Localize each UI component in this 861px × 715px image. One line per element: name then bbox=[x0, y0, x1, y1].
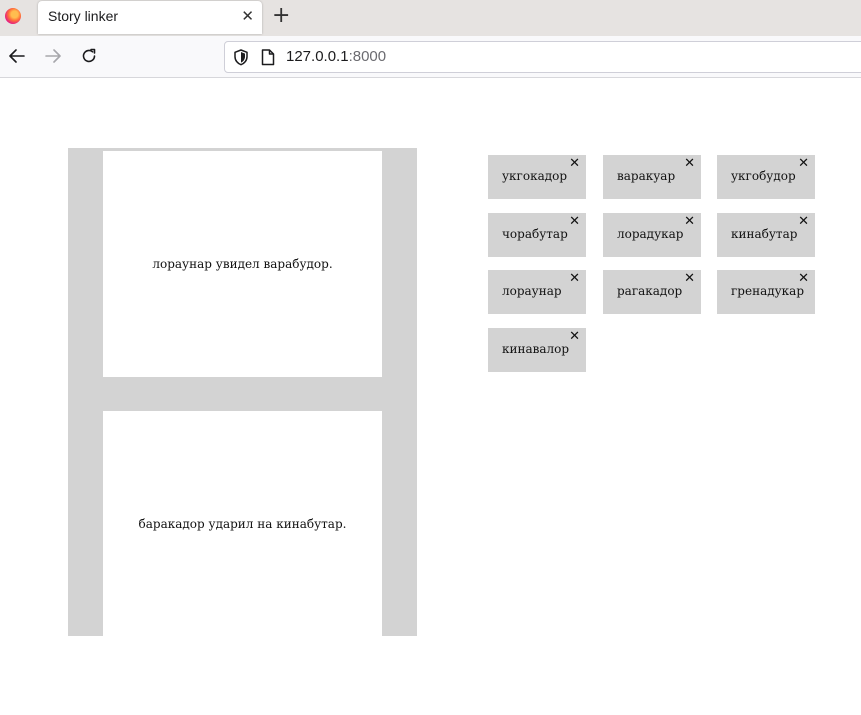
url-host: 127.0.0.1 bbox=[286, 48, 349, 65]
word-chip-label: рагакадор bbox=[617, 284, 683, 298]
word-chip[interactable]: укгокадор ✕ bbox=[488, 155, 586, 199]
story-sentence-2: баракадор ударил на кинабутар. bbox=[138, 516, 347, 531]
word-chip-label: укгобудор bbox=[731, 169, 796, 183]
word-chip-label: укгокадор bbox=[502, 169, 568, 183]
word-chip[interactable]: рагакадор ✕ bbox=[603, 270, 701, 314]
reload-icon bbox=[82, 48, 96, 63]
navigation-bar: 127.0.0.1:8000 bbox=[0, 36, 861, 78]
word-chip-label: варакуар bbox=[617, 169, 676, 183]
remove-icon[interactable]: ✕ bbox=[569, 330, 580, 344]
word-chip[interactable]: кинабутар ✕ bbox=[717, 213, 815, 257]
word-chip[interactable]: чорабутар ✕ bbox=[488, 213, 586, 257]
new-tab-button[interactable]: + bbox=[272, 4, 290, 28]
word-chip-label: кинабутар bbox=[731, 227, 798, 241]
story-sentence-1: лораунар увидел варабудор. bbox=[152, 257, 333, 271]
story-board: лораунар увидел варабудор. баракадор уда… bbox=[68, 148, 417, 636]
tab-close-icon[interactable]: ✕ bbox=[241, 7, 254, 25]
tab-bar: Story linker ✕ + bbox=[0, 0, 861, 36]
reload-button[interactable] bbox=[78, 45, 100, 67]
word-chip[interactable]: варакуар ✕ bbox=[603, 155, 701, 199]
remove-icon[interactable]: ✕ bbox=[569, 157, 580, 171]
remove-icon[interactable]: ✕ bbox=[569, 272, 580, 286]
forward-button[interactable] bbox=[42, 45, 64, 67]
word-chip[interactable]: лораунар ✕ bbox=[488, 270, 586, 314]
arrow-right-icon bbox=[45, 49, 61, 63]
page-icon bbox=[261, 49, 275, 66]
story-panel-2[interactable]: баракадор ударил на кинабутар. bbox=[103, 411, 382, 636]
tab-title: Story linker bbox=[48, 8, 119, 24]
remove-icon[interactable]: ✕ bbox=[798, 272, 809, 286]
arrow-left-icon bbox=[9, 49, 25, 63]
word-chip-label: лорадукар bbox=[617, 227, 684, 241]
remove-icon[interactable]: ✕ bbox=[569, 215, 580, 229]
word-chip-label: лораунар bbox=[502, 284, 562, 298]
url-port: :8000 bbox=[348, 48, 387, 65]
word-chip[interactable]: лорадукар ✕ bbox=[603, 213, 701, 257]
word-chip[interactable]: кинавалор ✕ bbox=[488, 328, 586, 372]
remove-icon[interactable]: ✕ bbox=[684, 215, 695, 229]
word-chip-label: кинавалор bbox=[502, 342, 570, 356]
back-button[interactable] bbox=[6, 45, 28, 67]
browser-tab[interactable]: Story linker ✕ bbox=[38, 1, 262, 34]
story-panel-1[interactable]: лораунар увидел варабудор. bbox=[103, 151, 382, 377]
remove-icon[interactable]: ✕ bbox=[684, 272, 695, 286]
word-chip-label: гренадукар bbox=[731, 284, 805, 298]
remove-icon[interactable]: ✕ bbox=[798, 215, 809, 229]
shield-icon[interactable] bbox=[233, 49, 249, 66]
word-chip-label: чорабутар bbox=[502, 227, 568, 241]
remove-icon[interactable]: ✕ bbox=[798, 157, 809, 171]
firefox-logo-icon bbox=[5, 8, 21, 24]
address-bar[interactable]: 127.0.0.1:8000 bbox=[224, 41, 861, 73]
word-chip[interactable]: гренадукар ✕ bbox=[717, 270, 815, 314]
remove-icon[interactable]: ✕ bbox=[684, 157, 695, 171]
url-text: 127.0.0.1:8000 bbox=[286, 48, 386, 65]
word-chip[interactable]: укгобудор ✕ bbox=[717, 155, 815, 199]
